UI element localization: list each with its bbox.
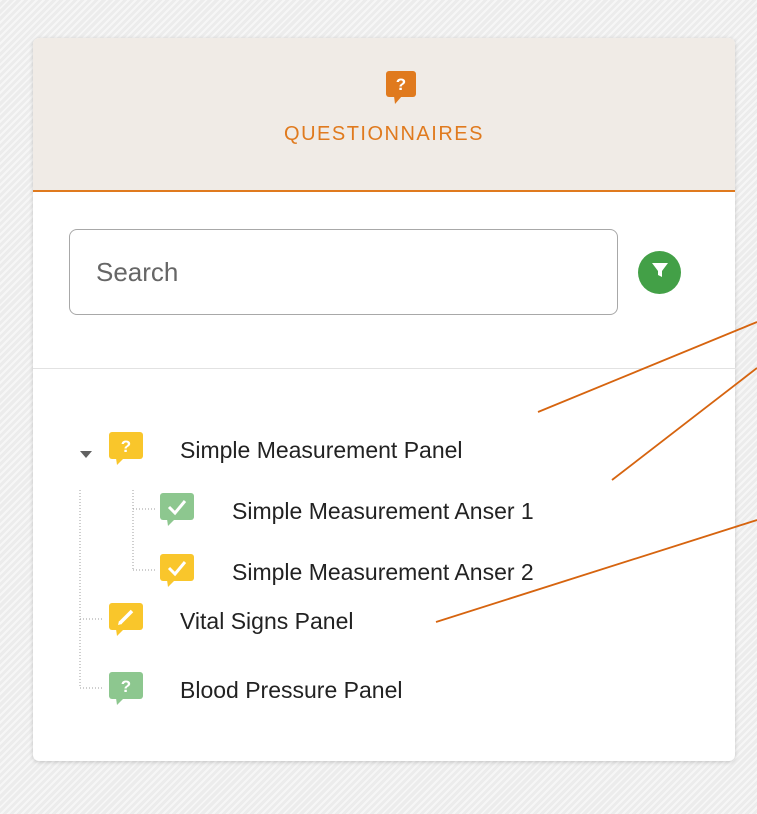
collapse-caret-icon[interactable]	[80, 446, 92, 464]
tree-item-simple-measurement-anser-2[interactable]: Simple Measurement Anser 2	[232, 559, 534, 586]
tree-item-blood-pressure-panel[interactable]: Blood Pressure Panel	[180, 677, 402, 704]
question-bubble-icon: ?	[109, 432, 143, 471]
check-bubble-icon	[160, 554, 194, 593]
check-bubble-icon	[160, 493, 194, 532]
pencil-bubble-icon	[109, 603, 143, 642]
questionnaires-panel: ? QUESTIONNAIRES ? Simpl	[33, 38, 735, 761]
tree-connector-lines	[79, 490, 157, 689]
tree-item-vital-signs-panel[interactable]: Vital Signs Panel	[180, 608, 353, 635]
tree-item-simple-measurement-anser-1[interactable]: Simple Measurement Anser 1	[232, 498, 534, 525]
tree-item-simple-measurement-panel[interactable]: Simple Measurement Panel	[180, 437, 463, 464]
svg-text:?: ?	[121, 677, 131, 696]
question-bubble-icon: ?	[109, 672, 143, 711]
svg-text:?: ?	[121, 437, 131, 456]
